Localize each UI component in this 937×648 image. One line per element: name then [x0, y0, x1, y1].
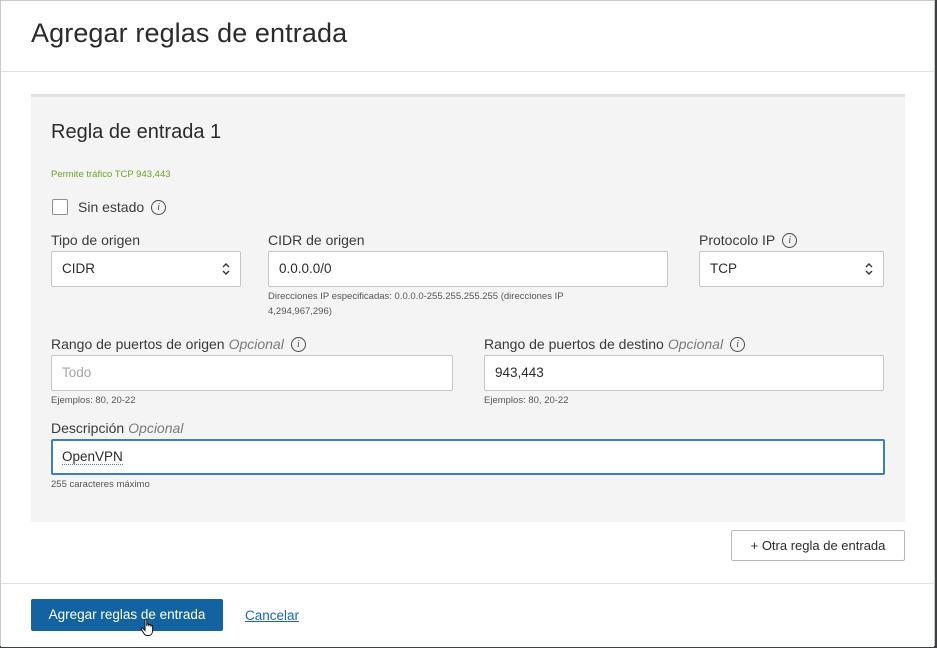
- hand-pointer-icon: [140, 618, 154, 636]
- add-another-rule-button[interactable]: + Otra regla de entrada: [731, 530, 905, 561]
- cancel-link[interactable]: Cancelar: [245, 608, 299, 623]
- stateless-label-group: Sin estado i: [78, 199, 167, 216]
- source-type-value: CIDR: [62, 261, 95, 276]
- ingress-rule-panel: Regla de entrada 1 Permite tráfico TCP 9…: [31, 94, 905, 522]
- description-label: Descripción: [51, 420, 125, 436]
- add-ingress-rules-button[interactable]: Agregar reglas de entrada: [31, 599, 223, 631]
- source-type-label: Tipo de origen: [51, 232, 140, 248]
- ip-protocol-label: Protocolo IP: [699, 232, 776, 248]
- ip-protocol-label-group: Protocolo IP i: [699, 232, 798, 249]
- source-cidr-help-line2: 4,294,967,296): [268, 306, 332, 317]
- description-help: 255 caracteres máximo: [51, 479, 150, 490]
- dialog-body: Regla de entrada 1 Permite tráfico TCP 9…: [1, 72, 934, 583]
- dialog-footer: Agregar reglas de entrada Cancelar: [1, 583, 934, 647]
- description-label-group: Descripción Opcional: [51, 420, 183, 436]
- source-port-label-group: Rango de puertos de origen Opcional i: [51, 336, 306, 353]
- stateless-checkbox[interactable]: [52, 199, 68, 215]
- select-arrows-icon: [865, 263, 873, 275]
- description-input[interactable]: OpenVPN: [51, 439, 885, 475]
- source-cidr-help: Direcciones IP especificadas: 0.0.0.0-25…: [268, 289, 564, 319]
- source-type-select[interactable]: CIDR: [51, 251, 241, 287]
- rule-summary: Permite tráfico TCP 943,443: [51, 169, 171, 180]
- source-cidr-label: CIDR de origen: [268, 232, 365, 248]
- description-value: OpenVPN: [62, 449, 123, 465]
- info-icon[interactable]: i: [730, 336, 746, 352]
- dest-port-help: Ejemplos: 80, 20-22: [484, 395, 569, 406]
- dest-port-input[interactable]: 943,443: [484, 355, 884, 391]
- dest-port-label: Rango de puertos de destino: [484, 336, 664, 352]
- source-port-optional: Opcional: [228, 336, 284, 352]
- ip-protocol-select[interactable]: TCP: [699, 251, 884, 287]
- info-icon[interactable]: i: [151, 199, 167, 215]
- description-optional: Opcional: [128, 420, 184, 436]
- source-cidr-help-line1: Direcciones IP especificadas: 0.0.0.0-25…: [268, 291, 564, 302]
- dest-port-label-group: Rango de puertos de destino Opcional i: [484, 336, 746, 353]
- dialog-header: Agregar reglas de entrada: [1, 1, 934, 72]
- source-port-help: Ejemplos: 80, 20-22: [51, 395, 136, 406]
- source-port-input[interactable]: Todo: [51, 355, 453, 391]
- stateless-label: Sin estado: [78, 199, 145, 215]
- source-cidr-input[interactable]: 0.0.0.0/0: [268, 251, 668, 287]
- info-icon[interactable]: i: [782, 232, 798, 248]
- add-ingress-rules-dialog: Agregar reglas de entrada Regla de entra…: [0, 0, 935, 647]
- rule-title: Regla de entrada 1: [51, 121, 222, 143]
- ip-protocol-value: TCP: [710, 261, 737, 276]
- info-icon[interactable]: i: [290, 336, 306, 352]
- dest-port-optional: Opcional: [667, 336, 724, 352]
- select-arrows-icon: [222, 263, 230, 275]
- dialog-title: Agregar reglas de entrada: [31, 18, 348, 48]
- source-port-label: Rango de puertos de origen: [51, 336, 225, 352]
